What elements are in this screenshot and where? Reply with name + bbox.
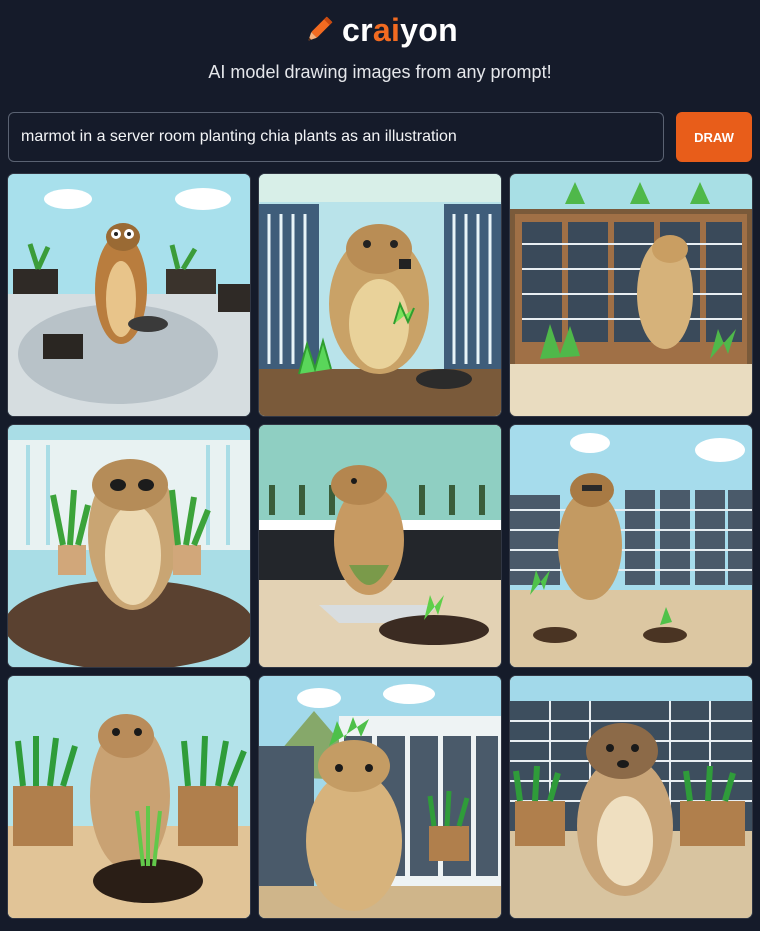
marmot-illustration-4 [8, 425, 250, 667]
generated-image-7[interactable] [8, 676, 250, 918]
marmot-illustration-6 [510, 425, 752, 667]
marmot-illustration-1 [8, 174, 250, 416]
prompt-input[interactable] [8, 112, 664, 162]
generated-image-1[interactable] [8, 174, 250, 416]
image-grid [8, 174, 752, 918]
generated-image-9[interactable] [510, 676, 752, 918]
logo-text-part3: yon [400, 12, 458, 48]
craiyon-page: craiyon AI model drawing images from any… [0, 0, 760, 931]
generated-image-3[interactable] [510, 174, 752, 416]
logo-text-part2: ai [372, 12, 401, 48]
marmot-illustration-3 [510, 174, 752, 416]
marmot-illustration-7 [8, 676, 250, 918]
logo-text-part1: cr [342, 12, 373, 48]
marmot-illustration-5 [259, 425, 501, 667]
generated-image-4[interactable] [8, 425, 250, 667]
generated-image-2[interactable] [259, 174, 501, 416]
logo[interactable]: craiyon [302, 13, 458, 47]
generated-image-6[interactable] [510, 425, 752, 667]
prompt-form: DRAW [8, 112, 752, 162]
marmot-illustration-9 [510, 676, 752, 918]
header: craiyon [0, 8, 760, 52]
draw-button[interactable]: DRAW [676, 112, 752, 162]
marmot-illustration-8 [259, 676, 501, 918]
generated-image-5[interactable] [259, 425, 501, 667]
pencil-icon [308, 16, 333, 41]
marmot-illustration-2 [259, 174, 501, 416]
logo-wordmark: craiyon [342, 14, 458, 46]
generated-image-8[interactable] [259, 676, 501, 918]
subtitle: AI model drawing images from any prompt! [208, 62, 552, 82]
